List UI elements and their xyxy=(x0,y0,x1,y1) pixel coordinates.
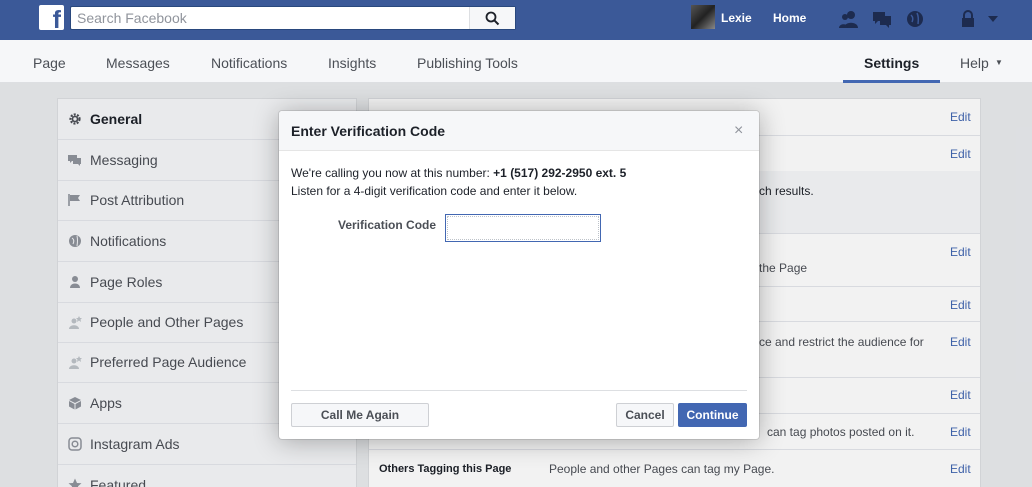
home-link[interactable]: Home xyxy=(773,11,806,25)
avatar[interactable] xyxy=(691,5,715,29)
close-icon[interactable]: × xyxy=(734,123,743,139)
verification-dialog: Enter Verification Code × We're calling … xyxy=(279,111,759,439)
tab-publishing-tools[interactable]: Publishing Tools xyxy=(417,55,518,71)
tab-settings[interactable]: Settings xyxy=(864,55,919,71)
page-nav: Page Messages Notifications Insights Pub… xyxy=(0,40,1032,83)
calling-message: We're calling you now at this number: +1… xyxy=(291,166,627,180)
continue-button[interactable]: Continue xyxy=(678,403,747,427)
dialog-divider xyxy=(291,390,747,391)
verification-code-input[interactable] xyxy=(445,214,601,242)
account-menu-chevron-down-icon[interactable] xyxy=(986,9,1000,29)
search-box xyxy=(70,6,516,30)
tab-insights[interactable]: Insights xyxy=(328,55,376,71)
dialog-header: Enter Verification Code × xyxy=(279,111,759,151)
tab-messages[interactable]: Messages xyxy=(106,55,170,71)
messages-icon[interactable] xyxy=(871,9,893,29)
tab-notifications[interactable]: Notifications xyxy=(211,55,287,71)
search-button[interactable] xyxy=(469,7,515,29)
friend-requests-icon[interactable] xyxy=(838,9,860,29)
call-me-again-button[interactable]: Call Me Again xyxy=(291,403,429,427)
facebook-logo-icon[interactable]: f xyxy=(39,5,64,33)
help-caret-icon[interactable]: ▼ xyxy=(995,58,1003,67)
lock-icon[interactable] xyxy=(958,9,980,29)
dialog-title: Enter Verification Code xyxy=(291,123,446,139)
cancel-button[interactable]: Cancel xyxy=(616,403,674,427)
tab-page[interactable]: Page xyxy=(33,55,66,71)
top-bar: f Lexie Home xyxy=(0,0,1032,40)
search-icon xyxy=(485,11,500,26)
phone-number: +1 (517) 292-2950 ext. 5 xyxy=(493,166,627,180)
search-input[interactable] xyxy=(71,7,471,29)
verification-code-label: Verification Code xyxy=(338,218,437,232)
profile-link[interactable]: Lexie xyxy=(721,11,752,25)
instruction-text: Listen for a 4-digit verification code a… xyxy=(291,184,578,198)
globe-icon[interactable] xyxy=(904,9,926,29)
tab-help[interactable]: Help xyxy=(960,55,989,71)
